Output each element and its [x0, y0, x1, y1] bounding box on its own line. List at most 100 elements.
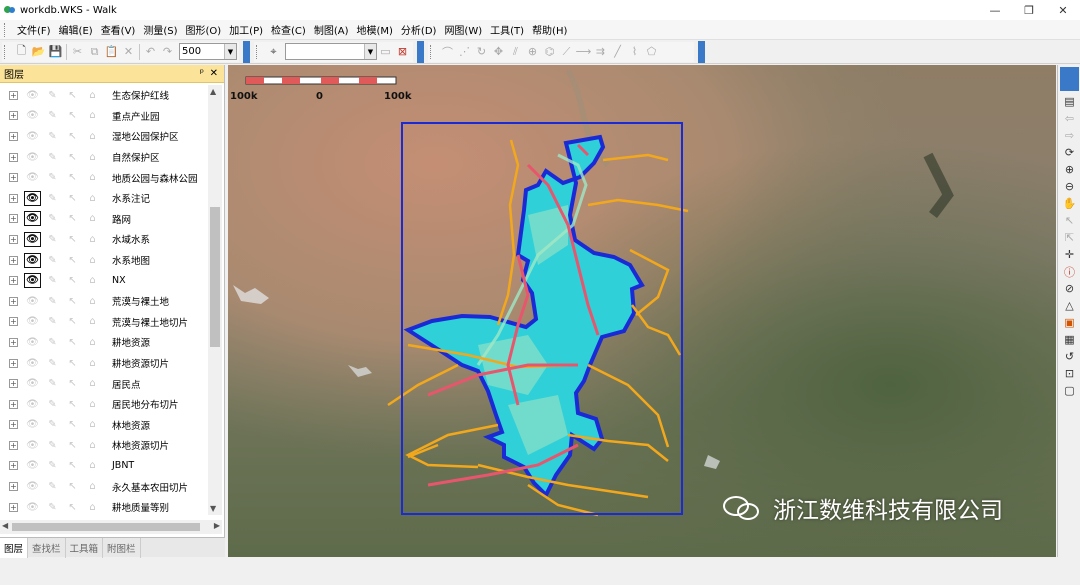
toolbar-grip[interactable] — [430, 44, 433, 59]
menu-graphics[interactable]: 图形(O) — [182, 22, 226, 37]
snap-icon[interactable]: ⌬ — [541, 43, 558, 60]
expand-icon[interactable]: + — [9, 317, 18, 327]
visibility-eye-icon[interactable]: 👁 — [24, 356, 41, 371]
expand-icon[interactable]: + — [9, 358, 18, 368]
pan-hand-icon[interactable]: ✋ — [1059, 195, 1080, 212]
expand-icon[interactable]: + — [9, 111, 18, 121]
extend-icon[interactable]: ⟶ — [575, 43, 592, 60]
polygon-icon[interactable]: ⬠ — [643, 43, 660, 60]
menu-analysis[interactable]: 分析(D) — [397, 22, 441, 37]
tab-layers[interactable]: 图层 — [0, 538, 29, 558]
scroll-right-icon[interactable]: ▶ — [214, 521, 220, 530]
layer-row[interactable]: + 👁 ✎ ↖ ⌂ 居民地分布切片 — [0, 394, 208, 415]
new-file-icon[interactable]: 🗋 — [13, 43, 30, 60]
visibility-eye-icon[interactable]: 👁 — [24, 500, 41, 515]
edit-pencil-icon[interactable]: ✎ — [44, 88, 61, 103]
visibility-eye-icon[interactable]: 👁 — [24, 397, 41, 412]
menu-network[interactable]: 网图(W) — [440, 22, 486, 37]
menu-edit[interactable]: 编辑(E) — [55, 22, 97, 37]
layer-row[interactable]: + 👁 ✎ ↖ ⌂ 水域水系 — [0, 229, 208, 250]
expand-icon[interactable]: + — [9, 461, 18, 471]
edit-pencil-icon[interactable]: ✎ — [44, 211, 61, 226]
expand-icon[interactable]: + — [9, 234, 18, 244]
visibility-eye-icon[interactable]: 👁 — [24, 438, 41, 453]
zoom-out-icon[interactable]: ⊖ — [1059, 178, 1080, 195]
visibility-eye-icon[interactable]: 👁 — [24, 129, 41, 144]
layer-row[interactable]: + 👁 ✎ ↖ ⌂ 路网 — [0, 209, 208, 230]
select-area-icon[interactable]: ⇱ — [1059, 229, 1080, 246]
edit-pencil-icon[interactable]: ✎ — [44, 397, 61, 412]
menu-terrain[interactable]: 地模(M) — [352, 22, 396, 37]
select-cursor-icon[interactable]: ↖ — [64, 108, 81, 123]
scrollbar-thumb[interactable] — [210, 207, 220, 347]
layer-row[interactable]: + 👁 ✎ ↖ ⌂ 湿地公园保护区 — [0, 126, 208, 147]
copy-icon[interactable]: ⧉ — [86, 43, 103, 60]
layer-row[interactable]: + 👁 ✎ ↖ ⌂ 耕地资源 — [0, 332, 208, 353]
visibility-eye-icon[interactable]: 👁 — [24, 417, 41, 432]
layer-row[interactable]: + 👁 ✎ ↖ ⌂ 林地资源切片 — [0, 435, 208, 456]
palette-icon[interactable]: ▦ — [1059, 331, 1080, 348]
minimize-button[interactable]: — — [978, 0, 1012, 20]
select-cursor-icon[interactable]: ↖ — [64, 314, 81, 329]
layer-row[interactable]: + 👁 ✎ ↖ ⌂ JBNT — [0, 456, 208, 477]
back-icon[interactable]: ⇦ — [1059, 110, 1080, 127]
label-tag-icon[interactable]: ⌂ — [84, 356, 101, 371]
tab-toolbox[interactable]: 工具箱 — [66, 538, 104, 558]
open-folder-icon[interactable]: 📂 — [30, 43, 47, 60]
save-icon[interactable]: 💾 — [47, 43, 64, 60]
label-tag-icon[interactable]: ⌂ — [84, 458, 101, 473]
toolbar-handle[interactable] — [417, 40, 424, 63]
expand-icon[interactable]: + — [9, 420, 18, 430]
edit-node-icon[interactable]: ⌒ — [439, 43, 456, 60]
menu-check[interactable]: 检查(C) — [267, 22, 310, 37]
refresh-icon[interactable]: ⟳ — [1059, 144, 1080, 161]
layer-row[interactable]: + 👁 ✎ ↖ ⌂ 耕地资源切片 — [0, 353, 208, 374]
menu-file[interactable]: 文件(F) — [13, 22, 55, 37]
expand-icon[interactable]: + — [9, 255, 18, 265]
expand-icon[interactable]: + — [9, 131, 18, 141]
measure-icon[interactable]: △ — [1059, 297, 1080, 314]
map-view[interactable]: 100k 0 100k 浙江数维科技有限公司 — [228, 65, 1056, 557]
visibility-eye-icon[interactable]: 👁 — [24, 252, 41, 268]
toolbar-grip[interactable] — [256, 44, 259, 59]
edit-pencil-icon[interactable]: ✎ — [44, 417, 61, 432]
select-cursor-icon[interactable]: ↖ — [64, 500, 81, 515]
scroll-left-icon[interactable]: ◀ — [2, 521, 8, 530]
label-tag-icon[interactable]: ⌂ — [84, 253, 101, 268]
edit-pencil-icon[interactable]: ✎ — [44, 376, 61, 391]
select-cursor-icon[interactable]: ↖ — [64, 88, 81, 103]
toolbar-grip[interactable] — [4, 44, 7, 59]
scroll-down-icon[interactable]: ▼ — [210, 504, 216, 513]
menu-process[interactable]: 加工(P) — [225, 22, 267, 37]
line-tool-icon[interactable]: ╱ — [609, 43, 626, 60]
select-cursor-icon[interactable]: ↖ — [64, 335, 81, 350]
rotate-view-icon[interactable]: ↺ — [1059, 348, 1080, 365]
tab-find[interactable]: 查找栏 — [28, 538, 66, 558]
delete-icon[interactable]: ✕ — [120, 43, 137, 60]
zoom-in-icon[interactable]: ⊕ — [1059, 161, 1080, 178]
layer-row[interactable]: + 👁 ✎ ↖ ⌂ NX — [0, 270, 208, 291]
visibility-eye-icon[interactable]: 👁 — [24, 88, 41, 103]
expand-icon[interactable]: + — [9, 193, 18, 203]
toolbar-handle[interactable] — [698, 40, 705, 63]
select-cursor-icon[interactable]: ↖ — [64, 273, 81, 288]
select-arrow-icon[interactable]: ↖ — [1059, 212, 1080, 229]
menubar-grip[interactable] — [4, 22, 7, 37]
select-cursor-icon[interactable]: ↖ — [64, 170, 81, 185]
visibility-eye-icon[interactable]: 👁 — [24, 479, 41, 494]
menu-view[interactable]: 查看(V) — [97, 22, 140, 37]
layer-row[interactable]: + 👁 ✎ ↖ ⌂ 荒漠与裸土地 — [0, 291, 208, 312]
move-icon[interactable]: ✥ — [490, 43, 507, 60]
cut-icon[interactable]: ✂ — [69, 43, 86, 60]
edit-pencil-icon[interactable]: ✎ — [44, 108, 61, 123]
label-tag-icon[interactable]: ⌂ — [84, 397, 101, 412]
menu-help[interactable]: 帮助(H) — [528, 22, 571, 37]
info-icon[interactable]: ⓘ — [1059, 263, 1080, 280]
edit-pencil-icon[interactable]: ✎ — [44, 191, 61, 206]
layer-row[interactable]: + 👁 ✎ ↖ ⌂ 水系注记 — [0, 188, 208, 209]
visibility-eye-icon[interactable]: 👁 — [24, 211, 41, 227]
label-tag-icon[interactable]: ⌂ — [84, 273, 101, 288]
select-cursor-icon[interactable]: ↖ — [64, 417, 81, 432]
pin-icon[interactable]: ᵖ — [200, 68, 204, 79]
toolbar-handle[interactable] — [1060, 67, 1079, 91]
